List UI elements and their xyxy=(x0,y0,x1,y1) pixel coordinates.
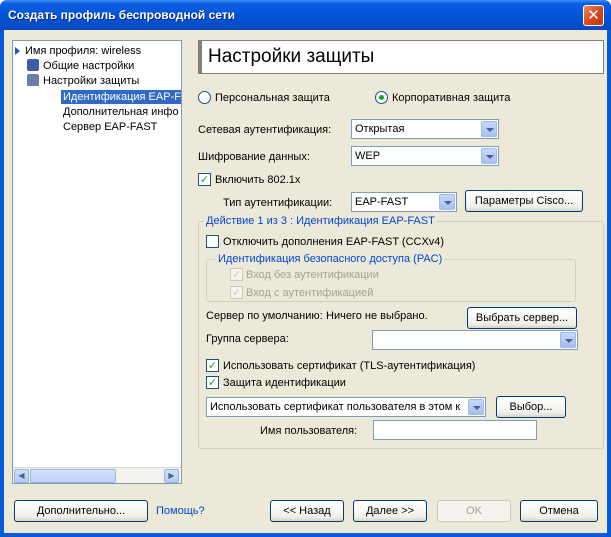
network-auth-value: Открытая xyxy=(355,123,405,135)
pac-group-title: Идентификация безопасного доступа (PAC) xyxy=(216,252,445,266)
cert-select[interactable]: Использовать сертификат пользователя в э… xyxy=(206,397,486,417)
tree-item-general[interactable]: Общие настройки xyxy=(27,59,134,73)
enterprise-security-label[interactable]: Корпоративная защита xyxy=(392,91,510,105)
cancel-button[interactable]: Отмена xyxy=(520,500,598,522)
tree-item-security[interactable]: Настройки защиты xyxy=(27,74,139,88)
chevron-right-icon: ▶ xyxy=(168,471,175,480)
cert-select-value: Использовать сертификат пользователя в э… xyxy=(210,401,461,413)
tree-item-label: Настройки защиты xyxy=(43,75,140,87)
tree-item-label: Сервер EAP-FAST xyxy=(63,121,158,133)
personal-security-label[interactable]: Персональная защита xyxy=(215,91,330,105)
network-adapter-icon xyxy=(27,59,39,71)
chevron-down-icon[interactable] xyxy=(481,121,497,137)
server-group-select[interactable] xyxy=(372,330,578,350)
chevron-left-icon: ◀ xyxy=(18,471,25,480)
tree-item-profile-name[interactable]: Имя профиля: wireless xyxy=(15,44,141,58)
tree-pointer-icon xyxy=(15,47,20,55)
tree-item-label: Общие настройки xyxy=(43,60,135,72)
identity-protect-checkbox[interactable]: ✓ xyxy=(206,376,219,389)
default-server-value: Ничего не выбрано. xyxy=(326,310,428,322)
tree-item-eap-server[interactable]: Сервер EAP-FAST xyxy=(63,120,157,134)
server-group-label: Группа сервера: xyxy=(206,333,289,345)
encryption-label: Шифрование данных: xyxy=(198,151,310,163)
close-button[interactable]: ✕ xyxy=(583,5,604,26)
ok-button[interactable]: OK xyxy=(437,500,511,522)
username-input[interactable] xyxy=(373,420,537,440)
scroll-left-button[interactable]: ◀ xyxy=(14,469,29,483)
lock-icon xyxy=(27,74,39,86)
pac-auth-label: Вход с аутентификацией xyxy=(246,287,374,299)
chevron-down-icon[interactable] xyxy=(560,332,576,348)
select-server-button[interactable]: Выбрать сервер... xyxy=(467,307,577,329)
pac-unauth-checkbox[interactable]: ✓ xyxy=(230,268,243,281)
auth-type-value: EAP-FAST xyxy=(355,196,409,208)
panel-title: Настройки защиты xyxy=(198,40,604,74)
dialog-window: Создать профиль беспроводной сети ✕ Имя … xyxy=(0,0,611,537)
identity-protect-label[interactable]: Защита идентификации xyxy=(223,376,346,390)
tree-item-label: Имя профиля: wireless xyxy=(25,45,142,57)
advanced-button[interactable]: Дополнительно... xyxy=(14,500,148,522)
title-bar[interactable]: Создать профиль беспроводной сети ✕ xyxy=(0,0,611,30)
auth-type-select[interactable]: EAP-FAST xyxy=(351,192,457,212)
default-server-label: Сервер по умолчанию: xyxy=(206,310,323,322)
choose-cert-button[interactable]: Выбор... xyxy=(496,396,566,418)
username-label: Имя пользователя: xyxy=(260,425,358,437)
eap-group-title: Действие 1 из 3 : Идентификация EAP-FAST xyxy=(204,214,437,228)
auth-type-label: Тип аутентификации: xyxy=(223,197,333,209)
tree-item-eap-identity[interactable]: Идентификация EAP-F xyxy=(61,90,181,104)
tree-item-label: Идентификация EAP-F xyxy=(63,91,181,103)
encryption-value: WEP xyxy=(355,150,381,162)
personal-security-radio[interactable] xyxy=(198,91,211,104)
pac-unauth-label: Вход без аутентификации xyxy=(246,269,379,281)
encryption-select[interactable]: WEP xyxy=(351,146,499,166)
scroll-thumb[interactable] xyxy=(30,469,116,483)
back-button[interactable]: << Назад xyxy=(270,500,344,522)
disable-ccx-checkbox[interactable] xyxy=(206,235,219,248)
pac-auth-checkbox[interactable]: ✓ xyxy=(230,286,243,299)
profile-tree[interactable]: Имя профиля: wireless Общие настройки На… xyxy=(12,40,182,484)
use-cert-label[interactable]: Использовать сертификат (TLS-аутентифика… xyxy=(223,359,475,373)
enable-8021x-label[interactable]: Включить 802.1x xyxy=(215,173,300,187)
chevron-down-icon[interactable] xyxy=(481,148,497,164)
network-auth-label: Сетевая аутентификация: xyxy=(198,124,332,136)
disable-ccx-label[interactable]: Отключить дополнения EAP-FAST (CCXv4) xyxy=(223,235,444,249)
tree-horizontal-scrollbar[interactable]: ◀ ▶ xyxy=(13,467,181,483)
network-auth-select[interactable]: Открытая xyxy=(351,119,499,139)
scroll-right-button[interactable]: ▶ xyxy=(164,469,179,483)
enterprise-security-radio[interactable] xyxy=(375,91,388,104)
cisco-params-button[interactable]: Параметры Cisco... xyxy=(465,190,583,212)
close-icon: ✕ xyxy=(587,6,600,24)
next-button[interactable]: Далее >> xyxy=(353,500,427,522)
dialog-client: Имя профиля: wireless Общие настройки На… xyxy=(4,30,607,533)
chevron-down-icon[interactable] xyxy=(468,399,484,415)
chevron-down-icon[interactable] xyxy=(439,194,455,210)
window-title: Создать профиль беспроводной сети xyxy=(8,8,236,22)
tree-item-label: Дополнительная инфо xyxy=(63,106,179,118)
help-link[interactable]: Помощь? xyxy=(156,504,205,518)
use-cert-checkbox[interactable]: ✓ xyxy=(206,359,219,372)
enable-8021x-checkbox[interactable]: ✓ xyxy=(198,173,211,186)
tree-item-additional-info[interactable]: Дополнительная инфо xyxy=(63,105,181,119)
